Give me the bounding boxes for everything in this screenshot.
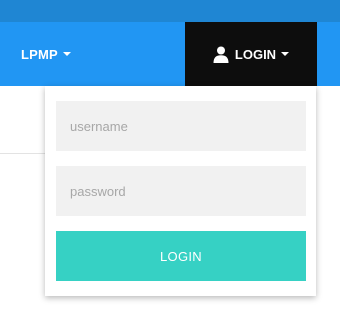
- caret-down-icon: [62, 52, 71, 56]
- brand-dropdown[interactable]: LPMP: [21, 44, 71, 64]
- username-input[interactable]: [56, 101, 306, 151]
- brand-label: LPMP: [21, 46, 58, 62]
- login-dropdown-toggle[interactable]: LOGIN: [185, 22, 317, 86]
- user-icon: [213, 46, 229, 63]
- navbar: LPMP LOGIN: [0, 22, 340, 86]
- content-divider: [0, 153, 48, 154]
- login-submit-button[interactable]: LOGIN: [56, 231, 306, 281]
- login-toggle-label: LOGIN: [234, 46, 277, 62]
- login-dropdown-panel: LOGIN: [45, 86, 316, 296]
- top-strip: [0, 0, 340, 22]
- password-input[interactable]: [56, 166, 306, 216]
- caret-down-icon: [281, 52, 290, 56]
